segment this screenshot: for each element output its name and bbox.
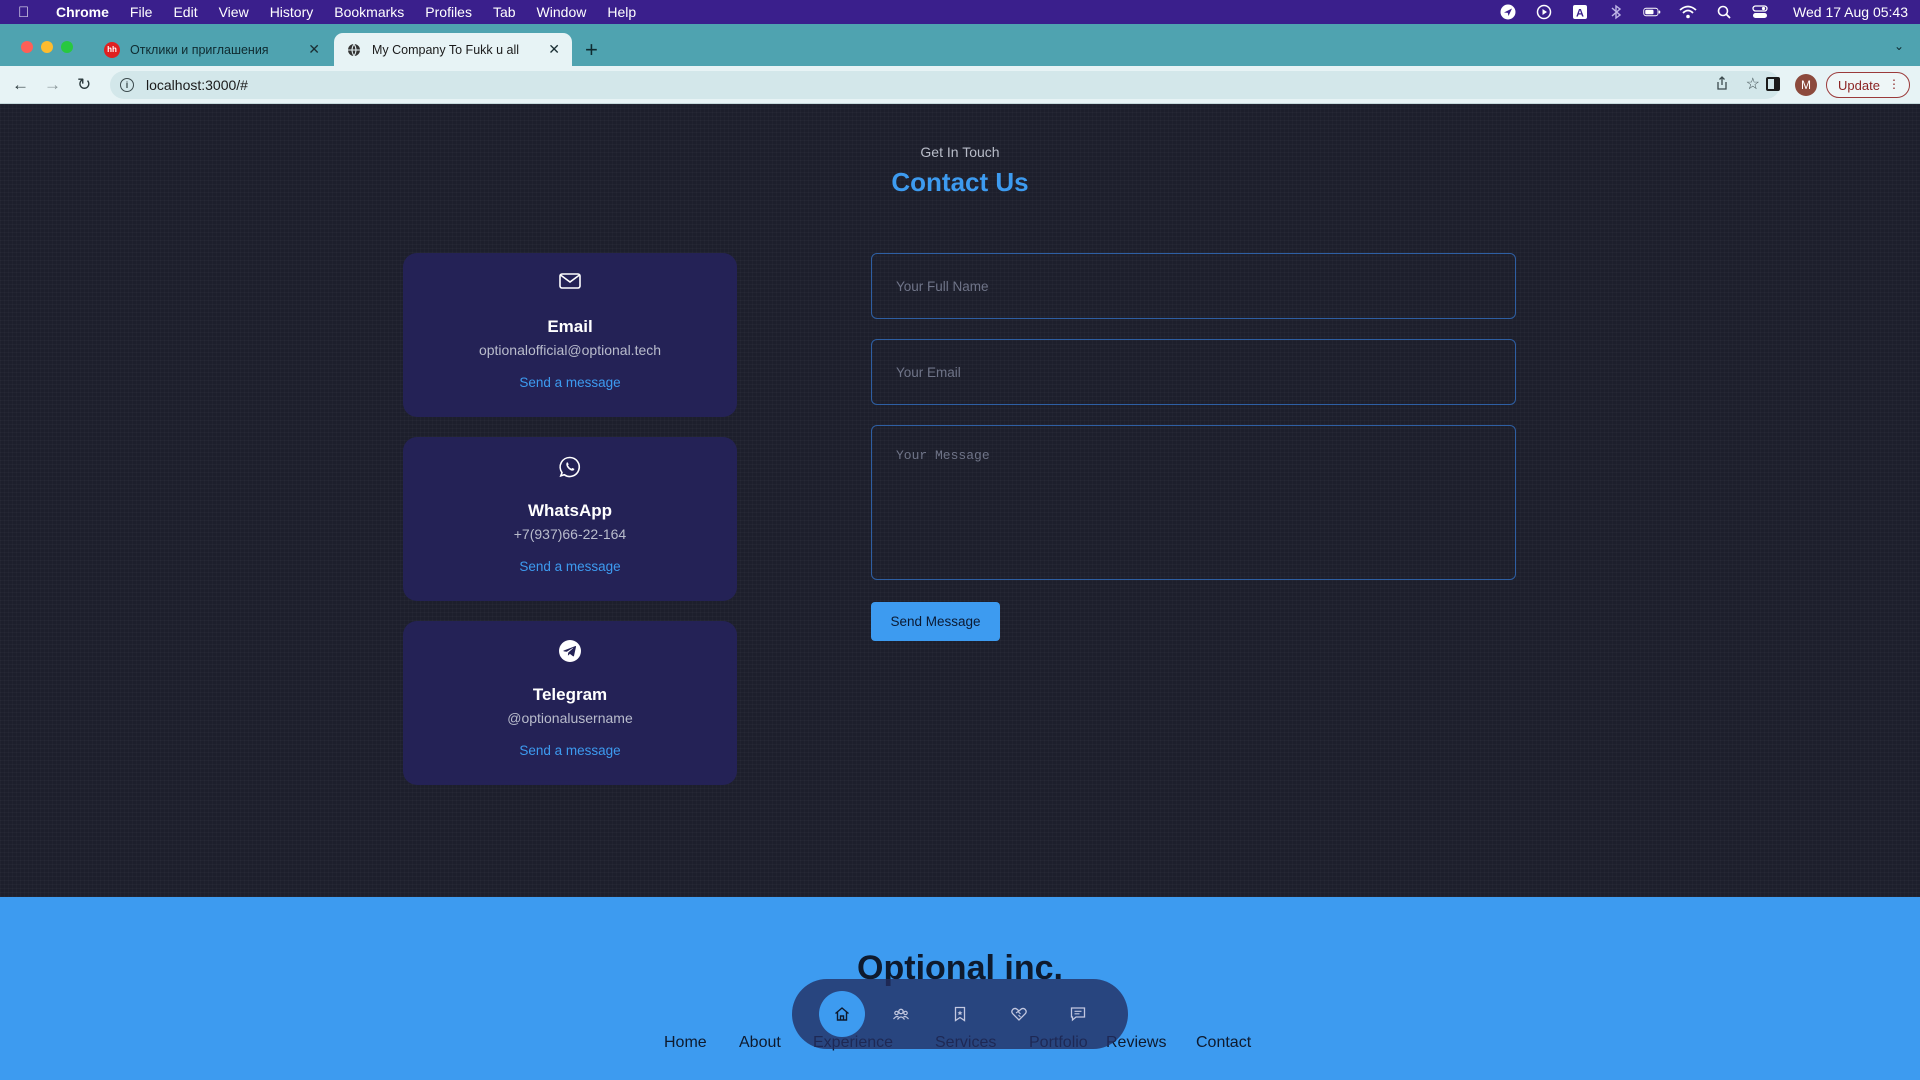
side-panel-icon[interactable] [1766, 77, 1780, 91]
contact-card-email: Email optionalofficial@optional.tech Sen… [403, 253, 737, 417]
battery-icon[interactable] [1643, 4, 1661, 20]
footer-link-about[interactable]: About [739, 1034, 781, 1052]
contact-card-telegram: Telegram @optionalusername Send a messag… [403, 621, 737, 785]
url-text[interactable]: localhost:3000/# [146, 77, 248, 93]
send-message-link[interactable]: Send a message [403, 743, 737, 758]
card-value: @optionalusername [507, 710, 633, 726]
home-icon[interactable] [819, 991, 865, 1037]
menu-window[interactable]: Window [537, 4, 587, 20]
globe-favicon-icon [346, 42, 362, 58]
card-value: optionalofficial@optional.tech [478, 342, 662, 358]
apple-icon[interactable]:  [18, 4, 40, 21]
reload-icon[interactable]: ↻ [77, 75, 91, 95]
new-tab-plus-icon[interactable]: + [585, 37, 598, 63]
close-window-button[interactable] [21, 41, 33, 53]
chrome-toolbar: ← → ↻ i localhost:3000/# ☆ M Update ⋮ [0, 66, 1920, 104]
close-tab-icon[interactable]: ✕ [548, 41, 560, 58]
svg-text:A: A [1576, 8, 1584, 20]
tab-title: My Company To Fukk u all [372, 42, 520, 57]
menu-tab[interactable]: Tab [493, 4, 516, 20]
location-arrow-icon[interactable] [1499, 4, 1517, 20]
handshake-icon[interactable] [996, 991, 1042, 1037]
forward-arrow-icon[interactable]: → [44, 75, 61, 95]
status-area: A Wed 17 Aug 05:43 [1499, 0, 1908, 24]
page-content: Get In Touch Contact Us Email optionalof… [0, 104, 1920, 897]
more-menu-icon[interactable]: ⋮ [1888, 77, 1900, 91]
menu-file[interactable]: File [130, 4, 153, 20]
zoom-window-button[interactable] [61, 41, 73, 53]
footer-link-contact[interactable]: Contact [1196, 1034, 1251, 1052]
whatsapp-icon [403, 455, 737, 479]
envelope-icon [403, 271, 737, 291]
tab-hh-responses[interactable]: hh Отклики и приглашения ✕ [92, 33, 332, 66]
close-tab-icon[interactable]: ✕ [308, 41, 320, 58]
share-icon[interactable] [1716, 76, 1728, 93]
menu-edit[interactable]: Edit [173, 4, 197, 20]
menu-history[interactable]: History [270, 4, 314, 20]
message-textarea[interactable] [871, 425, 1516, 580]
bluetooth-icon[interactable] [1607, 4, 1625, 20]
contact-card-whatsapp: WhatsApp +7(937)66-22-164 Send a message [403, 437, 737, 601]
address-bar[interactable]: i localhost:3000/# ☆ [110, 71, 1780, 99]
tab-my-company[interactable]: My Company To Fukk u all ✕ [334, 33, 572, 66]
email-input[interactable] [871, 339, 1516, 405]
tab-search-chevron-icon[interactable]: ⌄ [1894, 39, 1904, 53]
play-circle-icon[interactable] [1535, 4, 1553, 20]
send-message-button[interactable]: Send Message [871, 602, 1000, 641]
send-message-link[interactable]: Send a message [403, 559, 737, 574]
users-icon[interactable] [878, 991, 924, 1037]
bookmark-icon[interactable] [937, 991, 983, 1037]
telegram-icon [403, 639, 737, 663]
menu-help[interactable]: Help [607, 4, 636, 20]
menubar-clock[interactable]: Wed 17 Aug 05:43 [1793, 4, 1908, 20]
update-label: Update [1838, 77, 1880, 93]
spotlight-search-icon[interactable] [1715, 4, 1733, 20]
menu-view[interactable]: View [219, 4, 249, 20]
update-button[interactable]: Update ⋮ [1826, 72, 1910, 98]
section-title: Contact Us [891, 167, 1029, 197]
chrome-tab-strip: hh Отклики и приглашения ✕ My Company To… [0, 24, 1920, 66]
macos-menu-bar:  Chrome File Edit View History Bookmark… [0, 0, 1920, 24]
section-eyebrow: Get In Touch [920, 144, 1000, 160]
back-arrow-icon[interactable]: ← [12, 75, 29, 95]
bookmark-star-icon[interactable]: ☆ [1746, 74, 1760, 94]
card-title: WhatsApp [527, 501, 613, 520]
message-icon[interactable] [1055, 991, 1101, 1037]
site-footer: Optional inc. Home About Experience Serv… [0, 897, 1920, 1080]
card-value: +7(937)66-22-164 [513, 526, 627, 542]
tab-title: Отклики и приглашения [130, 42, 269, 57]
input-source-icon[interactable]: A [1571, 4, 1589, 20]
send-message-link[interactable]: Send a message [403, 375, 737, 390]
card-title: Telegram [532, 685, 608, 704]
minimize-window-button[interactable] [41, 41, 53, 53]
control-center-icon[interactable] [1751, 4, 1769, 20]
floating-nav-dock [792, 979, 1128, 1049]
menu-chrome[interactable]: Chrome [56, 4, 109, 20]
footer-link-home[interactable]: Home [664, 1034, 707, 1052]
menu-bookmarks[interactable]: Bookmarks [334, 4, 404, 20]
hh-favicon-icon: hh [104, 41, 120, 58]
card-title: Email [547, 317, 593, 336]
wifi-icon[interactable] [1679, 4, 1697, 20]
profile-avatar[interactable]: M [1795, 74, 1817, 96]
site-info-icon[interactable]: i [120, 78, 134, 92]
window-controls [21, 41, 73, 53]
menu-profiles[interactable]: Profiles [425, 4, 472, 20]
full-name-input[interactable] [871, 253, 1516, 319]
